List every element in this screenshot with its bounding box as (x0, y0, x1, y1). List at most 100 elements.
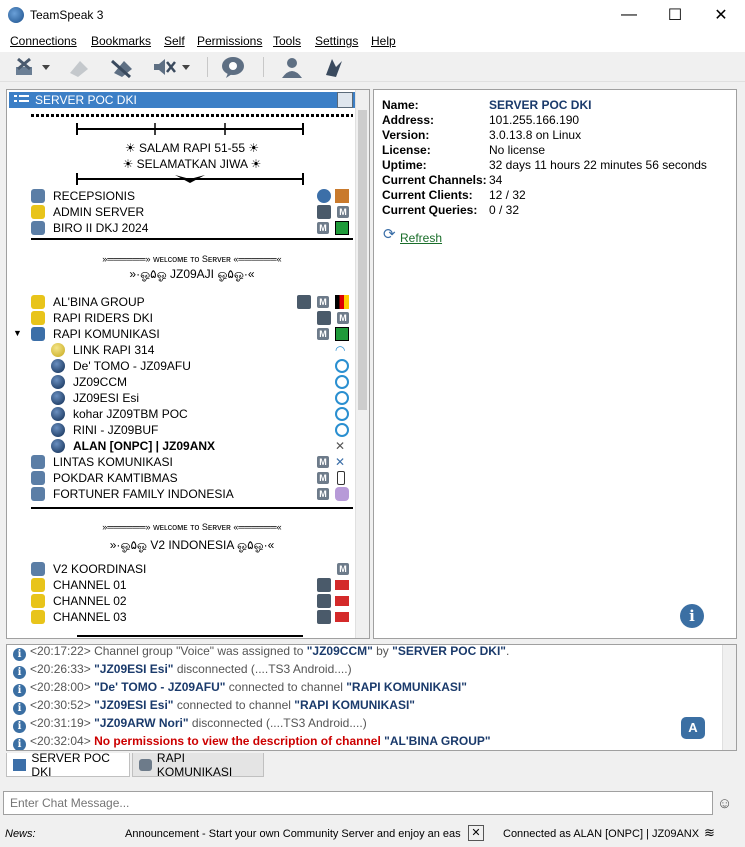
away-icon (70, 61, 88, 77)
info-icon[interactable]: i (680, 604, 704, 628)
channel-item[interactable]: BIRO II DKJ 2024 M (7, 220, 357, 236)
info-icon: i (13, 720, 26, 733)
spacer-ornament (75, 123, 305, 135)
teamspeak-logo-icon (8, 7, 24, 23)
server-tree-item[interactable]: SERVER POC DKI (9, 92, 357, 108)
client-name: JZ09CCM (73, 375, 128, 389)
client-item[interactable]: De' TOMO - JZ09AFU (7, 358, 357, 374)
chat-bubble-icon (222, 57, 244, 78)
news-ticker[interactable]: Announcement - Start your own Community … (125, 828, 461, 840)
contacts-button[interactable] (279, 55, 305, 79)
spacer-line (31, 238, 353, 240)
chevron-down-icon[interactable]: ▼ (13, 328, 22, 338)
spacer-text: »══════» ᴡᴇʟᴄᴏᴍᴇ ᴛᴏ Sᴇʀᴠᴇʀ «══════« (102, 254, 282, 264)
headset-icon (335, 423, 349, 437)
window-title: TeamSpeak 3 (30, 8, 104, 22)
info-address: 101.255.166.190 (489, 113, 580, 127)
lock-icon (317, 610, 331, 624)
user-icon (282, 58, 302, 78)
channel-item[interactable]: RECEPSIONIS (7, 188, 357, 204)
menu-bookmarks[interactable]: Bookmarks (91, 34, 151, 48)
channel-name: ADMIN SERVER (53, 205, 145, 219)
channel-name: RAPI KOMUNIKASI (53, 327, 160, 341)
info-icon: i (13, 648, 26, 661)
mute-microphone-button[interactable] (108, 55, 136, 79)
info-label: Version: (382, 128, 430, 142)
client-status-icon (51, 423, 65, 437)
refresh-icon[interactable]: ⟳ (383, 225, 396, 243)
menu-connections[interactable]: Connections (10, 34, 77, 48)
channel-name: POKDAR KAMTIBMAS (53, 471, 178, 485)
info-server-name: SERVER POC DKI (489, 98, 592, 112)
mute-speakers-button[interactable] (150, 55, 194, 79)
client-status-icon (51, 343, 65, 357)
menu-tools[interactable]: Tools (273, 34, 301, 48)
channel-icon (31, 471, 45, 485)
subscribe-button[interactable] (220, 55, 246, 79)
headset-icon (335, 407, 349, 421)
check-icon (317, 189, 331, 203)
whisper-button[interactable] (320, 55, 346, 79)
moderated-icon: M (317, 296, 329, 308)
log-scrollbar[interactable] (722, 645, 736, 750)
channel-item[interactable]: POKDAR KAMTIBMAS M (7, 470, 357, 486)
info-license: No license (489, 143, 546, 157)
client-status-icon (51, 439, 65, 453)
tools-icon: ✕ (335, 455, 346, 469)
server-info-panel: Name: SERVER POC DKI Address: 101.255.16… (373, 89, 737, 639)
connection-status: Connected as ALAN [ONPC] | JZ09ANX (503, 828, 700, 840)
client-name: RINI - JZ09BUF (73, 423, 159, 437)
translate-icon[interactable]: A (681, 717, 705, 739)
channel-item[interactable]: ▼ RAPI KOMUNIKASI M (7, 326, 357, 342)
moderated-icon: M (337, 563, 349, 575)
chat-tabs: SERVER POC DKI RAPI KOMUNIKASI (6, 750, 737, 779)
client-status-icon (51, 407, 65, 421)
maximize-button[interactable]: ☐ (652, 0, 698, 30)
client-item[interactable]: ALAN [ONPC] | JZ09ANX ✕ (7, 438, 357, 454)
channel-item[interactable]: RAPI RIDERS DKI M (7, 310, 357, 326)
tab-server[interactable]: SERVER POC DKI (6, 751, 130, 779)
channel-tree: SERVER POC DKI ☀ SALAM RAPI 51-55 ☀ ☀ SE… (6, 89, 370, 639)
tree-scrollbar[interactable] (355, 90, 369, 638)
menu-self[interactable]: Self (164, 34, 185, 48)
client-item[interactable]: RINI - JZ09BUF (7, 422, 357, 438)
tab-label: RAPI KOMUNIKASI (156, 750, 233, 779)
channel-icon (31, 295, 45, 309)
channel-item[interactable]: CHANNEL 03 (7, 609, 357, 625)
channel-item[interactable]: CHANNEL 02 (7, 593, 357, 609)
microphone-icon (111, 59, 132, 79)
channel-name: CHANNEL 02 (53, 594, 127, 608)
channel-name: RECEPSIONIS (53, 189, 136, 203)
tab-channel[interactable]: RAPI KOMUNIKASI (132, 750, 264, 779)
close-news-icon[interactable]: ✕ (468, 825, 484, 841)
headset-icon (335, 375, 349, 389)
channel-item[interactable]: V2 KOORDINASI M (7, 561, 357, 577)
refresh-link[interactable]: Refresh (400, 231, 442, 245)
channel-item[interactable]: LINTAS KOMUNIKASI M ✕ (7, 454, 357, 470)
menu-help[interactable]: Help (371, 34, 396, 48)
scrollbar-thumb[interactable] (358, 110, 367, 410)
channel-item[interactable]: AL'BINA GROUP M (7, 294, 357, 310)
log-line: i <20:17:22> Channel group "Voice" was as… (13, 645, 509, 661)
info-icon: i (13, 702, 26, 715)
close-button[interactable]: ✕ (698, 0, 744, 30)
channel-name: V2 KOORDINASI (53, 562, 147, 576)
chat-message-input[interactable] (3, 791, 713, 815)
menu-settings[interactable]: Settings (315, 34, 358, 48)
minimize-button[interactable]: — (606, 0, 652, 30)
client-item[interactable]: LINK RAPI 314 ◠ (7, 342, 357, 358)
client-name: De' TOMO - JZ09AFU (73, 359, 191, 373)
info-label: Name: (382, 98, 419, 112)
client-item[interactable]: JZ09CCM (7, 374, 357, 390)
menu-permissions[interactable]: Permissions (197, 34, 262, 48)
disconnect-button[interactable] (12, 55, 52, 79)
moderated-icon: M (317, 222, 329, 234)
channel-name: CHANNEL 03 (53, 610, 127, 624)
channel-item[interactable]: ADMIN SERVER M (7, 204, 357, 220)
client-item[interactable]: kohar JZ09TBM POC (7, 406, 357, 422)
channel-item[interactable]: CHANNEL 01 (7, 577, 357, 593)
channel-item[interactable]: FORTUNER FAMILY INDONESIA M (7, 486, 357, 502)
client-item[interactable]: JZ09ESI Esi (7, 390, 357, 406)
away-button[interactable] (66, 55, 92, 79)
emoji-icon[interactable]: ☺ (717, 795, 732, 812)
